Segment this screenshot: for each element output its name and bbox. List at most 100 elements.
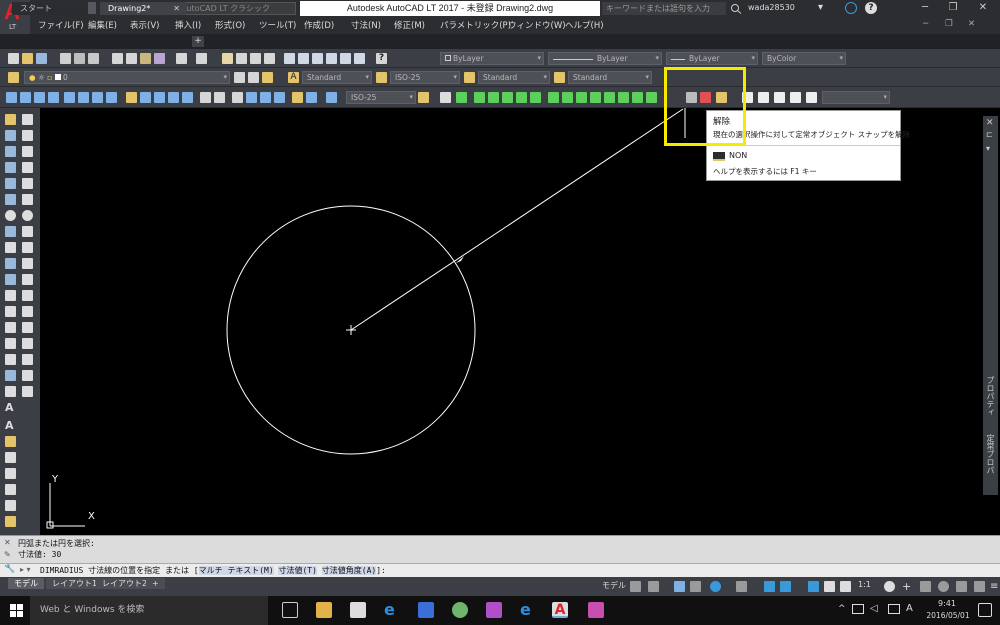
edge-browser-icon[interactable]: e xyxy=(384,602,400,618)
snap-tangent-icon[interactable] xyxy=(576,92,587,103)
ellipse-icon[interactable] xyxy=(5,258,16,269)
table-style-icon[interactable] xyxy=(464,72,475,83)
volume-icon[interactable]: ◁ xyxy=(870,603,878,614)
plotstyle-control-dropdown[interactable]: ByColor ▾ xyxy=(762,52,846,65)
erase-icon[interactable] xyxy=(22,114,33,125)
doc-restore-button[interactable]: ❐ xyxy=(945,19,953,29)
tolerance-icon[interactable] xyxy=(200,92,211,103)
text-justify-icon[interactable] xyxy=(5,516,16,527)
explode-icon[interactable] xyxy=(22,386,33,397)
ellipse-arc-icon[interactable] xyxy=(5,274,16,285)
line-icon[interactable] xyxy=(5,114,16,125)
revcloud-icon[interactable] xyxy=(5,226,16,237)
polyline-icon[interactable] xyxy=(5,146,16,157)
break-point-icon[interactable] xyxy=(22,290,33,301)
option-angle[interactable]: 寸法値角度(A) xyxy=(321,566,377,575)
text-style-dropdown[interactable]: Standard ▾ xyxy=(302,71,372,84)
snap-midpoint-icon[interactable] xyxy=(488,92,499,103)
copy-icon[interactable] xyxy=(126,53,137,64)
cut-icon[interactable] xyxy=(112,53,123,64)
publish-icon[interactable] xyxy=(88,53,99,64)
copy-object-icon[interactable] xyxy=(22,130,33,141)
dim-space-icon[interactable] xyxy=(168,92,179,103)
workspace-switch-icon[interactable] xyxy=(884,581,895,592)
chamfer-icon[interactable] xyxy=(22,338,33,349)
clean-screen-icon[interactable] xyxy=(974,581,985,592)
option-text[interactable]: 寸法値(T) xyxy=(278,566,317,575)
notification-icon[interactable] xyxy=(888,604,900,614)
text-icon[interactable]: A xyxy=(5,420,16,431)
task-view-icon[interactable] xyxy=(282,602,298,618)
insert-block-icon[interactable] xyxy=(5,290,16,301)
customization-icon[interactable]: ≡ xyxy=(990,581,1000,592)
menu-file[interactable]: ファイル(F) xyxy=(38,19,84,31)
dim-style-manager-icon[interactable] xyxy=(418,92,429,103)
quick-dim-icon[interactable] xyxy=(126,92,137,103)
dim-edit-icon[interactable] xyxy=(260,92,271,103)
layer-properties-icon[interactable] xyxy=(8,72,19,83)
taskbar-search[interactable]: Web と Windows を検索 xyxy=(30,596,268,625)
zoom-realtime-icon[interactable] xyxy=(236,53,247,64)
lineweight-toggle-icon[interactable] xyxy=(780,581,791,592)
tab-start[interactable]: スタート xyxy=(12,2,88,15)
tab-drawing[interactable]: Drawing2* ✕ xyxy=(100,2,186,15)
menu-parametric[interactable]: パラメトリック(P) xyxy=(440,19,511,31)
angular-dim-icon[interactable] xyxy=(106,92,117,103)
redo-toolbar-icon[interactable] xyxy=(196,53,207,64)
palette-autohide-icon[interactable]: ⊏ xyxy=(986,130,993,139)
units-icon[interactable] xyxy=(920,581,931,592)
zoom-previous-icon[interactable] xyxy=(264,53,275,64)
edit-text-icon[interactable] xyxy=(5,436,16,447)
snap-mode-icon[interactable] xyxy=(648,581,659,592)
jogged-linear-icon[interactable] xyxy=(246,92,257,103)
mtext-icon[interactable]: A xyxy=(5,402,16,413)
dim-break-icon[interactable] xyxy=(182,92,193,103)
menu-insert[interactable]: 挿入(I) xyxy=(175,19,201,31)
snap-intersection-icon[interactable] xyxy=(502,92,513,103)
ortho-icon[interactable] xyxy=(674,581,685,592)
autocad-taskbar-icon[interactable]: A xyxy=(552,602,568,618)
center-mark-icon[interactable] xyxy=(214,92,225,103)
radius-dim-icon[interactable] xyxy=(64,92,75,103)
ime-indicator[interactable]: A xyxy=(906,603,913,614)
recent-commands-icon[interactable]: ▸ ▾ xyxy=(20,565,31,574)
layout-tab-model[interactable]: モデル xyxy=(8,578,44,589)
text-scale-icon[interactable] xyxy=(5,500,16,511)
osnap-icon[interactable] xyxy=(764,581,775,592)
polygon-icon[interactable] xyxy=(5,162,16,173)
draworder-dropdown[interactable]: ▾ xyxy=(822,91,890,104)
snap-node-icon[interactable] xyxy=(632,92,643,103)
text-style-panel-icon[interactable] xyxy=(5,484,16,495)
layout-tab-1[interactable]: レイアウト1 xyxy=(46,578,104,589)
mirror-icon[interactable] xyxy=(22,146,33,157)
tray-chevron-icon[interactable]: ^ xyxy=(838,604,846,614)
multileader-style-dropdown[interactable]: Standard ▾ xyxy=(568,71,652,84)
auto-scale-icon[interactable] xyxy=(824,581,835,592)
markup-icon[interactable] xyxy=(340,53,351,64)
scale-icon[interactable] xyxy=(22,226,33,237)
snap-endpoint-icon[interactable] xyxy=(474,92,485,103)
table-icon[interactable] xyxy=(5,386,16,397)
linear-dim-icon[interactable] xyxy=(6,92,17,103)
calculator-icon[interactable] xyxy=(354,53,365,64)
new-tab-button[interactable]: + xyxy=(192,36,204,47)
menu-draw[interactable]: 作成(D) xyxy=(304,19,334,31)
paste-icon[interactable] xyxy=(140,53,151,64)
snap-nearest-icon[interactable] xyxy=(646,92,657,103)
option-multitext[interactable]: マルチ テキスト(M) xyxy=(198,566,274,575)
blend-icon[interactable] xyxy=(22,370,33,381)
file-explorer-icon[interactable] xyxy=(316,602,332,618)
menu-edit[interactable]: 編集(E) xyxy=(88,19,117,31)
snap-center-icon[interactable] xyxy=(548,92,559,103)
array-icon[interactable] xyxy=(22,178,33,189)
network-icon[interactable] xyxy=(852,604,864,614)
zoom-window-icon[interactable] xyxy=(250,53,261,64)
join-icon[interactable] xyxy=(22,322,33,333)
action-center-icon[interactable] xyxy=(978,603,992,617)
extend-icon[interactable] xyxy=(22,274,33,285)
scale-dropdown[interactable]: 1:1 xyxy=(858,580,871,589)
dimension-style-icon[interactable] xyxy=(376,72,387,83)
design-center-icon[interactable] xyxy=(298,53,309,64)
dim-override-icon[interactable] xyxy=(306,92,317,103)
continue-dim-icon[interactable] xyxy=(154,92,165,103)
